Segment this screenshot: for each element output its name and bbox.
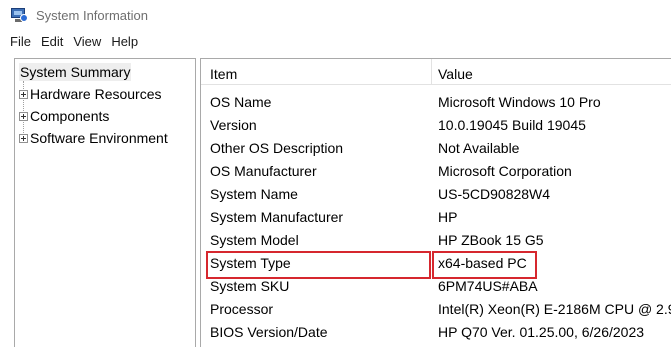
table-row[interactable]: System Name US-5CD90828W4 — [201, 182, 671, 206]
title-bar: System Information — [0, 0, 671, 30]
table-row[interactable]: BIOS Version/Date HP Q70 Ver. 01.25.00, … — [201, 320, 671, 344]
column-divider[interactable] — [431, 59, 432, 85]
item-cell: Other OS Description — [210, 140, 344, 156]
tree-item-hardware-resources[interactable]: Hardware Resources — [19, 84, 162, 104]
tree-item-components[interactable]: Components — [19, 106, 109, 126]
tree-item-label: Components — [30, 108, 110, 124]
menu-file[interactable]: File — [5, 34, 36, 49]
value-cell: HP Q70 Ver. 01.25.00, 6/26/2023 — [438, 324, 645, 340]
column-header-item[interactable]: Item — [210, 59, 237, 85]
value-cell: US-5CD90828W4 — [438, 186, 551, 202]
item-cell: Processor — [210, 301, 274, 317]
column-header-row: Item Value — [201, 59, 671, 85]
category-tree[interactable]: System Summary Hardware Resources Compon… — [14, 58, 196, 347]
value-cell: Not Available — [438, 140, 520, 156]
menu-view[interactable]: View — [68, 34, 106, 49]
column-header-value[interactable]: Value — [438, 59, 473, 85]
table-row[interactable]: Other OS Description Not Available — [201, 136, 671, 160]
menu-help[interactable]: Help — [106, 34, 143, 49]
item-cell: OS Name — [210, 94, 272, 110]
item-cell: Version — [210, 117, 257, 133]
table-row[interactable]: System Model HP ZBook 15 G5 — [201, 228, 671, 252]
table-row[interactable]: OS Manufacturer Microsoft Corporation — [201, 159, 671, 183]
value-cell: Microsoft Windows 10 Pro — [438, 94, 601, 110]
table-row[interactable]: System Manufacturer HP — [201, 205, 671, 229]
item-cell: System Model — [210, 232, 299, 248]
tree-item-system-summary[interactable]: System Summary — [19, 63, 132, 81]
expand-plus-icon[interactable] — [19, 133, 28, 143]
highlight-box-value — [432, 251, 537, 279]
item-cell: BIOS Version/Date — [210, 324, 328, 340]
system-information-icon — [10, 7, 28, 23]
table-row[interactable]: Processor Intel(R) Xeon(R) E-2186M CPU @… — [201, 297, 671, 321]
expand-plus-icon[interactable] — [19, 89, 28, 99]
tree-item-software-environment[interactable]: Software Environment — [19, 128, 168, 148]
value-cell: Microsoft Corporation — [438, 163, 572, 179]
expand-plus-icon[interactable] — [19, 111, 28, 121]
tree-item-label: Hardware Resources — [30, 86, 162, 102]
window-title: System Information — [36, 7, 148, 23]
item-cell: OS Manufacturer — [210, 163, 317, 179]
table-row[interactable]: Version 10.0.19045 Build 19045 — [201, 113, 671, 137]
highlight-box-item — [206, 251, 431, 279]
value-cell: HP ZBook 15 G5 — [438, 232, 544, 248]
value-cell: Intel(R) Xeon(R) E-2186M CPU @ 2.90GHz — [438, 301, 671, 317]
value-cell: HP — [438, 209, 458, 225]
menu-edit[interactable]: Edit — [36, 34, 68, 49]
details-list[interactable]: Item Value OS Name Microsoft Windows 10 … — [200, 58, 671, 347]
item-cell: System Name — [210, 186, 298, 202]
menu-bar: File Edit View Help — [0, 30, 671, 52]
item-cell: System Manufacturer — [210, 209, 344, 225]
value-cell: 10.0.19045 Build 19045 — [438, 117, 586, 133]
tree-item-label: Software Environment — [30, 130, 168, 146]
table-row[interactable]: OS Name Microsoft Windows 10 Pro — [201, 90, 671, 114]
